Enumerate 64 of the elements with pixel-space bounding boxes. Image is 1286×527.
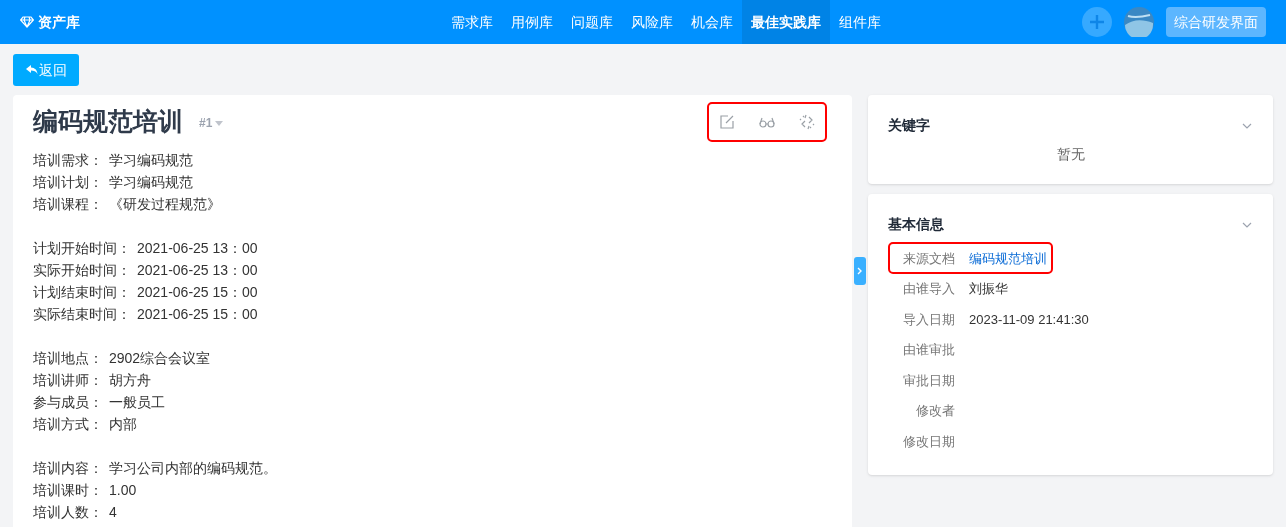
- info-label: 由谁导入: [902, 280, 955, 298]
- info-value: 刘振华: [969, 280, 1008, 298]
- section-title: 基本信息: [888, 215, 944, 234]
- field-value: 2021-06-25 15：00: [137, 304, 258, 324]
- nav-tab[interactable]: 组件库: [830, 0, 890, 44]
- field-label: 计划结束时间：: [33, 282, 131, 302]
- field-label: 实际结束时间：: [33, 304, 131, 324]
- workspace-button[interactable]: 综合研发界面: [1166, 7, 1266, 37]
- field-value: 胡方舟: [109, 370, 151, 390]
- field-value: 《研发过程规范》: [109, 194, 221, 214]
- edit-icon[interactable]: [719, 114, 735, 130]
- field-label: 培训讲师：: [33, 370, 103, 390]
- info-label: 由谁审批: [902, 341, 955, 359]
- empty-text: 暂无: [1056, 146, 1085, 162]
- field-value: 学习编码规范: [109, 150, 193, 170]
- collapse-handle[interactable]: [854, 257, 866, 285]
- info-label: 审批日期: [902, 371, 955, 390]
- field-label: 培训地点：: [33, 348, 103, 368]
- document-title: 编码规范培训: [33, 106, 183, 138]
- info-label: 修改者: [915, 402, 955, 420]
- field-value: 2021-06-25 13：00: [137, 238, 258, 258]
- diamond-icon: [20, 16, 34, 28]
- broken-link-icon[interactable]: [799, 114, 815, 130]
- field-label: 参与成员：: [33, 392, 103, 412]
- nav-tab[interactable]: 问题库: [562, 0, 622, 44]
- field-label: 实际开始时间：: [33, 260, 131, 280]
- field-label: 培训内容：: [33, 458, 103, 478]
- brand-title[interactable]: 资产库: [38, 11, 80, 33]
- info-label: 导入日期: [902, 310, 955, 329]
- nav-tab[interactable]: 风险库: [622, 0, 682, 44]
- version-dropdown[interactable]: #1: [199, 114, 224, 132]
- nav-tab[interactable]: 需求库: [442, 0, 502, 44]
- reply-arrow-icon: [25, 65, 38, 75]
- nav-tab[interactable]: 用例库: [502, 0, 562, 44]
- field-value: 1.00: [109, 480, 137, 500]
- nav-tab[interactable]: 最佳实践库: [742, 0, 830, 44]
- caret-icon: [215, 120, 224, 126]
- field-value: 学习公司内部的编码规范。: [109, 458, 277, 478]
- back-button[interactable]: 返回: [13, 54, 79, 86]
- field-label: 计划开始时间：: [33, 238, 131, 258]
- glasses-icon[interactable]: [759, 116, 775, 128]
- field-label: 培训需求：: [33, 150, 103, 170]
- field-value: 内部: [109, 414, 137, 434]
- field-label: 培训课程：: [33, 194, 103, 214]
- info-label: 修改日期: [902, 432, 955, 451]
- plus-icon: [1089, 14, 1105, 30]
- field-label: 培训计划：: [33, 172, 103, 192]
- section-title: 关键字: [888, 116, 930, 135]
- field-value: 一般员工: [109, 392, 165, 412]
- field-value: 4: [109, 502, 117, 522]
- field-value: 学习编码规范: [109, 172, 193, 192]
- field-value: 2902综合会议室: [109, 348, 211, 368]
- add-button[interactable]: [1082, 7, 1112, 37]
- field-value: 2021-06-25 13：00: [137, 260, 258, 280]
- nav-tab[interactable]: 机会库: [682, 0, 742, 44]
- field-value: 2021-06-25 15：00: [137, 282, 258, 302]
- field-label: 培训方式：: [33, 414, 103, 434]
- info-label: 来源文档: [902, 249, 955, 268]
- source-link[interactable]: 编码规范培训: [969, 248, 1047, 268]
- field-label: 培训课时：: [33, 480, 103, 500]
- avatar-icon[interactable]: [1124, 7, 1154, 37]
- field-label: 培训人数：: [33, 502, 103, 522]
- info-value: 2023-11-09 21:41:30: [969, 310, 1089, 329]
- chevron-right-icon: [857, 267, 863, 275]
